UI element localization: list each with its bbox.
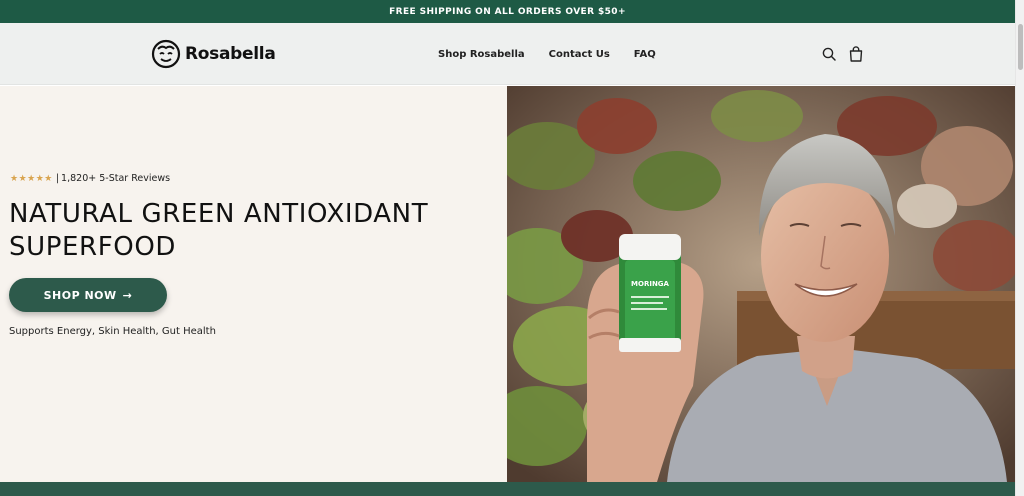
logo[interactable]: Rosabella bbox=[151, 39, 276, 69]
arrow-right-icon: → bbox=[122, 288, 133, 302]
smiley-logo-icon bbox=[151, 39, 181, 69]
reviews-text: 1,820+ 5-Star Reviews bbox=[61, 173, 171, 184]
reviews-summary[interactable]: ★★★★★ | 1,820+ 5-Star Reviews bbox=[10, 173, 170, 184]
main-nav: Shop Rosabella Contact Us FAQ bbox=[438, 23, 656, 85]
hero-image: MORINGA bbox=[507, 86, 1015, 482]
shopping-bag-icon[interactable] bbox=[847, 45, 865, 63]
site-header: Rosabella Shop Rosabella Contact Us FAQ bbox=[0, 23, 1015, 85]
shop-now-label: SHOP NOW bbox=[43, 288, 117, 302]
product-label-text: MORINGA bbox=[631, 280, 670, 288]
footer-strip bbox=[0, 482, 1015, 496]
scrollbar-thumb[interactable] bbox=[1018, 24, 1023, 70]
search-icon[interactable] bbox=[820, 45, 838, 63]
announcement-bar: FREE SHIPPING ON ALL ORDERS OVER $50+ bbox=[0, 0, 1015, 23]
hero-section: ★★★★★ | 1,820+ 5-Star Reviews NATURAL GR… bbox=[0, 86, 1015, 482]
hero-benefits: Supports Energy, Skin Health, Gut Health bbox=[9, 326, 216, 337]
nav-shop-rosabella[interactable]: Shop Rosabella bbox=[438, 49, 525, 60]
nav-faq[interactable]: FAQ bbox=[634, 49, 656, 60]
hero-headline: NATURAL GREEN ANTIOXIDANT SUPERFOOD bbox=[9, 199, 429, 262]
nav-contact-us[interactable]: Contact Us bbox=[549, 49, 610, 60]
announcement-text: FREE SHIPPING ON ALL ORDERS OVER $50+ bbox=[389, 6, 626, 17]
hero-content: ★★★★★ | 1,820+ 5-Star Reviews NATURAL GR… bbox=[0, 86, 507, 482]
logo-text: Rosabella bbox=[185, 44, 276, 64]
hero-photo: MORINGA bbox=[507, 86, 1015, 482]
reviews-separator: | bbox=[55, 173, 60, 184]
star-rating-icon: ★★★★★ bbox=[10, 173, 53, 184]
shop-now-button[interactable]: SHOP NOW → bbox=[9, 278, 167, 312]
page-scrollbar[interactable] bbox=[1015, 0, 1024, 496]
